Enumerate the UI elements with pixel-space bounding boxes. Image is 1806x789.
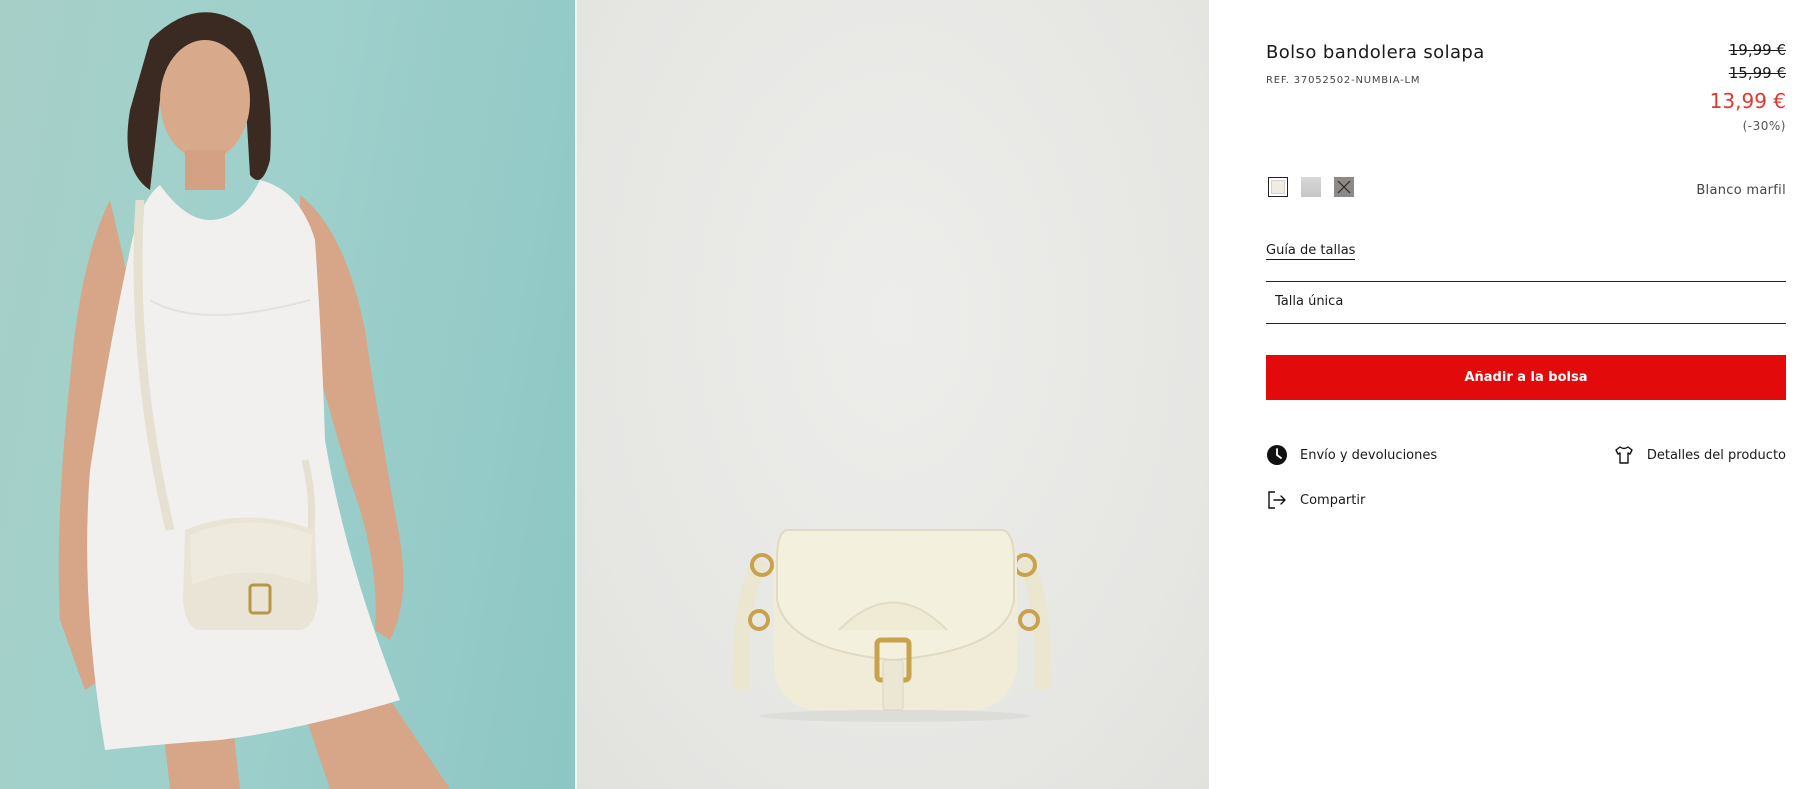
selected-color-name: Blanco marfil: [1696, 183, 1786, 198]
tshirt-icon: [1615, 446, 1633, 464]
model-photo: [58, 12, 450, 789]
clock-icon: [1267, 445, 1287, 465]
discount-badge: (-30%): [1742, 119, 1786, 133]
size-divider-bottom: [1266, 323, 1786, 324]
swatch-fill: [1301, 177, 1321, 197]
product-image-bag[interactable]: [577, 0, 1209, 789]
color-swatch-grey[interactable]: [1301, 177, 1321, 197]
product-title: Bolso bandolera solapa: [1266, 42, 1485, 63]
bag-photo: [733, 529, 1051, 722]
size-guide-link[interactable]: Guía de tallas: [1266, 243, 1356, 260]
product-image-model[interactable]: [0, 0, 575, 789]
swatch-fill: [1271, 180, 1285, 194]
share-label: Compartir: [1300, 492, 1366, 508]
unavailable-cross-icon: [1337, 180, 1351, 194]
color-swatch-ivory[interactable]: [1268, 177, 1288, 197]
color-swatch-unavailable[interactable]: [1334, 177, 1354, 197]
share-icon: [1268, 491, 1286, 509]
size-option[interactable]: Talla única: [1275, 294, 1343, 309]
price-previous: 15,99 €: [1728, 64, 1786, 82]
product-ref: REF. 37052502-NUMBIA-LM: [1266, 75, 1421, 86]
price-current: 13,99 €: [1709, 89, 1786, 113]
product-details-label: Detalles del producto: [1646, 447, 1786, 463]
share-link[interactable]: Compartir: [1266, 489, 1365, 511]
product-details-link[interactable]: Detalles del producto: [1613, 444, 1786, 466]
add-to-bag-button[interactable]: Añadir a la bolsa: [1266, 355, 1786, 400]
color-swatches: [1268, 177, 1354, 197]
price-original: 19,99 €: [1728, 41, 1786, 59]
shipping-returns-label: Envío y devoluciones: [1300, 447, 1438, 463]
size-divider-top: [1266, 281, 1786, 282]
shipping-returns-link[interactable]: Envío y devoluciones: [1266, 444, 1437, 466]
